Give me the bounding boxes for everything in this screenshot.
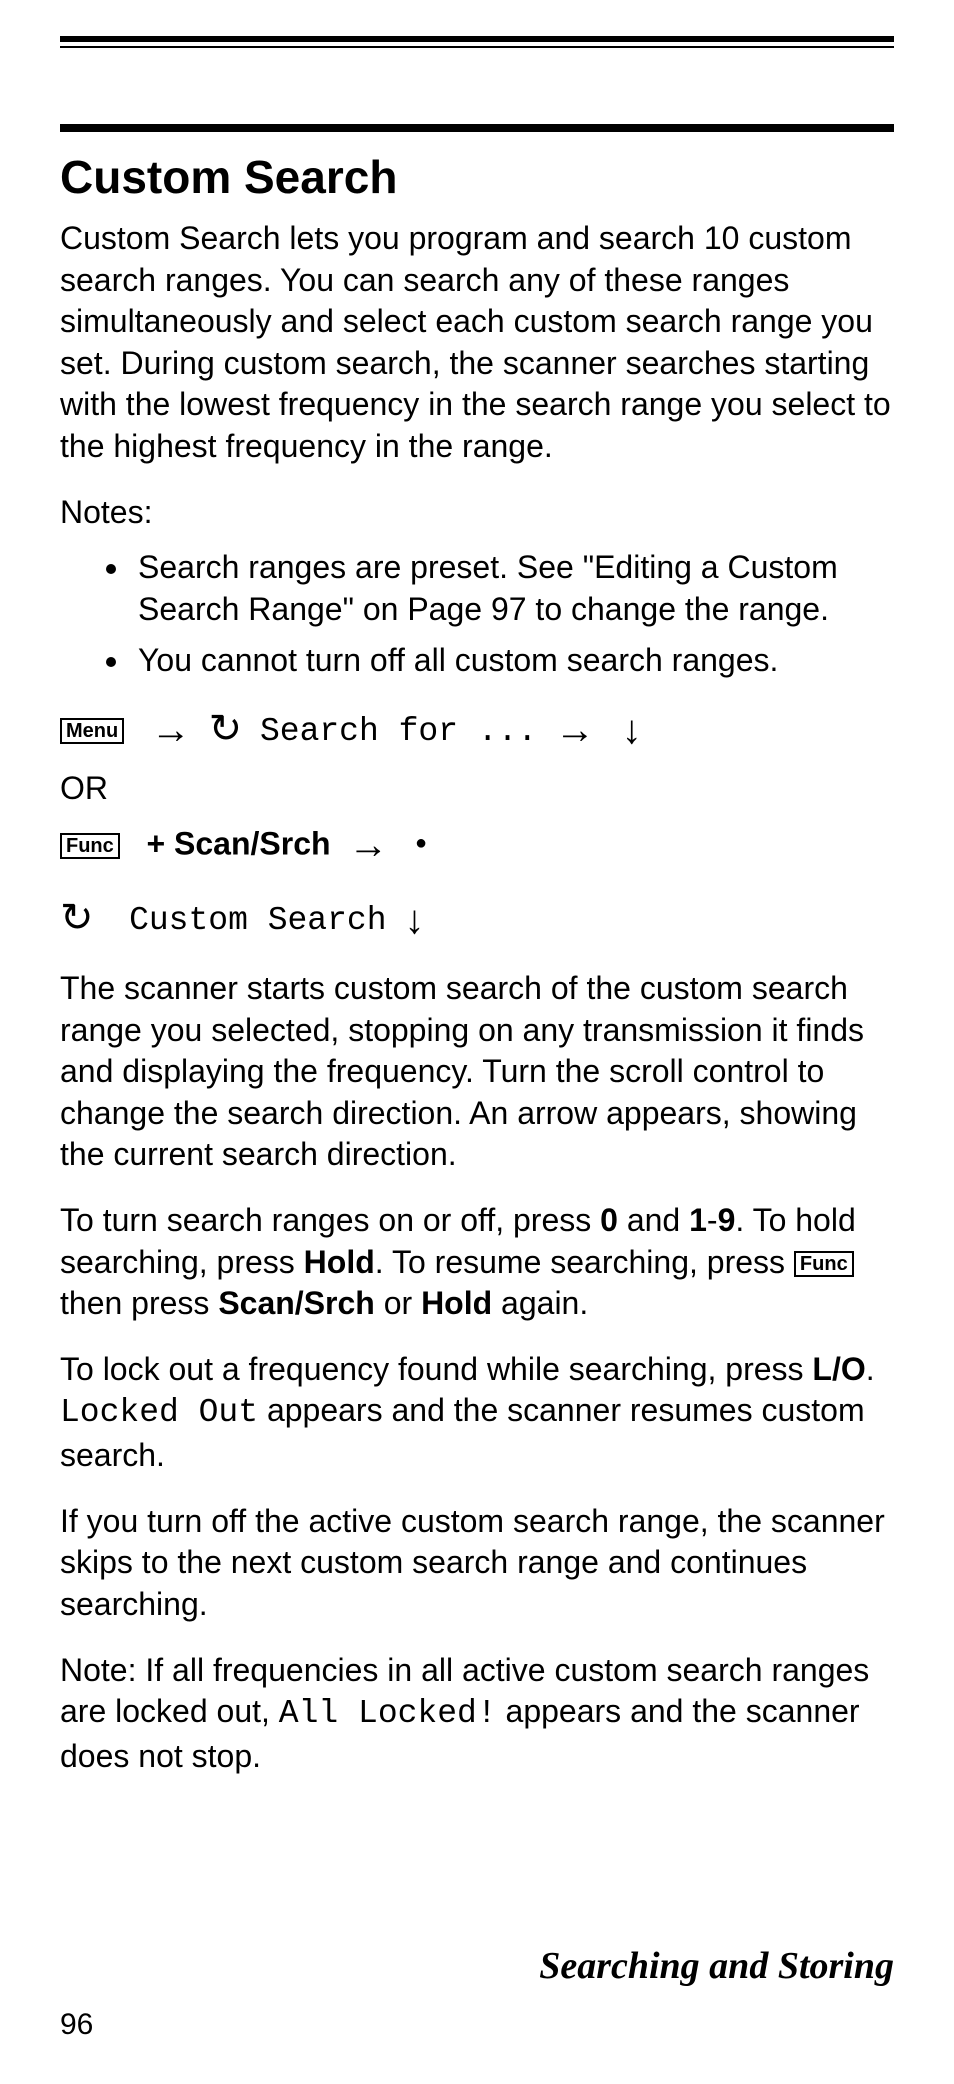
intro-paragraph: Custom Search lets you program and searc… (60, 218, 894, 468)
arrow-down-icon: ↓ (404, 893, 424, 947)
text: or (375, 1285, 421, 1321)
text: and (618, 1202, 689, 1238)
rule (60, 36, 894, 42)
top-rule-group (60, 36, 894, 48)
text: . (866, 1351, 875, 1387)
text: - (707, 1202, 718, 1238)
scroll-icon: ↻ (60, 891, 94, 945)
text: To turn search ranges on or off, press (60, 1202, 600, 1238)
func-key: Func (60, 833, 120, 859)
text: then press (60, 1285, 218, 1321)
paragraph-toggle: To turn search ranges on or off, press 0… (60, 1200, 894, 1325)
text: To lock out a frequency found while sear… (60, 1351, 812, 1387)
arrow-right-icon: → (348, 818, 388, 872)
key-sequence-3: ↻ Custom Search ↓ (60, 889, 894, 948)
scroll-icon: ↻ (209, 702, 243, 756)
key-hold: Hold (421, 1285, 492, 1321)
text: again. (492, 1285, 588, 1321)
func-key: Func (794, 1251, 854, 1277)
notes-label: Notes: (60, 492, 894, 534)
search-for-text: Search for ... (260, 713, 537, 750)
note-item: You cannot turn off all custom search ra… (132, 640, 894, 682)
paragraph-skip: If you turn off the active custom search… (60, 1501, 894, 1626)
text: . To resume searching, press (375, 1244, 794, 1280)
footer-section-title: Searching and Storing (539, 1944, 894, 1988)
page-number: 96 (60, 2008, 93, 2042)
locked-out-text: Locked Out (60, 1394, 258, 1431)
key-sequence-1: Menu → ↻ Search for ... → ↓ (60, 700, 894, 759)
second-rule-group (60, 124, 894, 132)
custom-search-text: Custom Search (129, 902, 386, 939)
arrow-right-icon: → (555, 703, 595, 757)
key-lo: L/O (812, 1351, 865, 1387)
scan-srch-label: Scan/Srch (174, 826, 331, 862)
key-sequence-2: Func + Scan/Srch → ● (60, 819, 894, 873)
paragraph-all-locked: Note: If all frequencies in all active c… (60, 1650, 894, 1778)
dot-icon: ● (415, 830, 427, 857)
key-0: 0 (600, 1202, 618, 1238)
arrow-down-icon: ↓ (622, 703, 642, 757)
key-9: 9 (718, 1202, 736, 1238)
spacer (60, 48, 894, 120)
paragraph-behavior: The scanner starts custom search of the … (60, 968, 894, 1176)
heading-custom-search: Custom Search (60, 150, 894, 204)
menu-key: Menu (60, 718, 124, 744)
arrow-right-icon: → (151, 703, 191, 757)
or-label: OR (60, 770, 894, 807)
key-hold: Hold (304, 1244, 375, 1280)
key-scan-srch: Scan/Srch (218, 1285, 375, 1321)
note-item: Search ranges are preset. See "Editing a… (132, 547, 894, 630)
page: Custom Search Custom Search lets you pro… (0, 0, 954, 2084)
notes-list: Search ranges are preset. See "Editing a… (60, 547, 894, 682)
rule (60, 126, 894, 132)
key-1: 1 (689, 1202, 707, 1238)
all-locked-text: All Locked! (279, 1695, 497, 1732)
paragraph-lockout: To lock out a frequency found while sear… (60, 1349, 894, 1477)
